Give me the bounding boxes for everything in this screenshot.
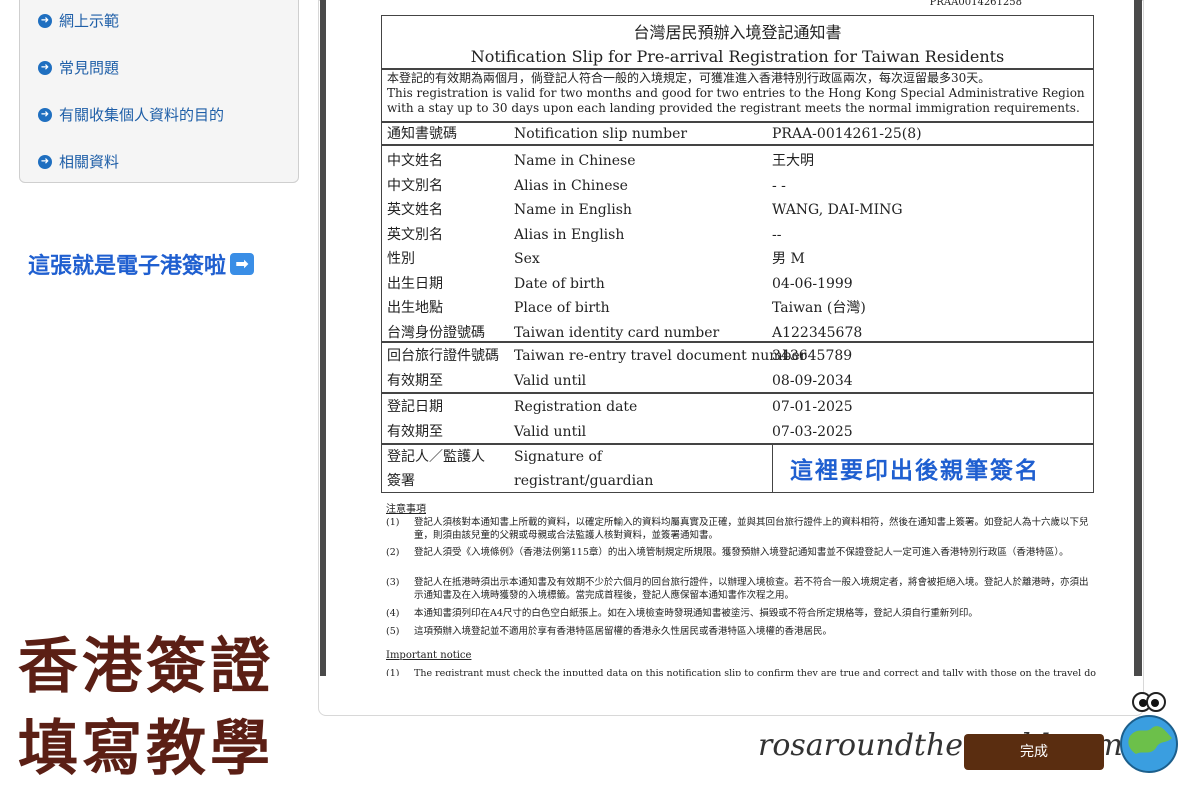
- sidebar-nav: ➜ 網上示範 ➜ 常見問題 ➜ 有關收集個人資料的目的 ➜ 相關資料: [19, 0, 299, 183]
- note-number: (1): [386, 668, 400, 676]
- note-item: (5) 這項預辦入境登記並不適用於享有香港特區居留權的香港永久性居民或香港特區入境…: [386, 625, 1096, 638]
- arrow-right-icon: ➜: [38, 154, 52, 169]
- field-value: Taiwan (台灣): [772, 300, 866, 316]
- signature-divider: [772, 445, 773, 493]
- notes-title: 注意事項: [386, 504, 426, 515]
- note-number: (1): [386, 517, 400, 528]
- note-text: The registrant must check the inputted d…: [414, 668, 1096, 676]
- side-annotation: 這張就是電子港簽啦 ➡: [28, 248, 255, 280]
- field-label-zh: 登記日期: [387, 399, 443, 415]
- note-item: (3) 登記人在抵港時須出示本通知書及有效期不少於六個月的回台旅行證件，以辦理入境…: [386, 576, 1096, 602]
- overlay-title-line2: 填寫教學: [18, 714, 274, 784]
- important-notice-title: Important notice: [386, 650, 472, 661]
- note-number: (3): [386, 577, 400, 588]
- field-label-en: Valid until: [514, 373, 587, 389]
- field-label-zh: 有效期至: [387, 373, 443, 389]
- signature-label-en: registrant/guardian: [514, 473, 654, 489]
- field-label-zh: 中文別名: [387, 178, 443, 194]
- field-value: 王大明: [772, 153, 814, 169]
- note-text: 這項預辦入境登記並不適用於享有香港特區居留權的香港永久性居民或香港特區入境權的香…: [414, 626, 833, 637]
- signature-label-en: Signature of: [514, 449, 603, 465]
- field-label-zh: 有效期至: [387, 424, 443, 440]
- field-label-zh: 中文姓名: [387, 153, 443, 169]
- slip-header: 台灣居民預辦入境登記通知書 Notification Slip for Pre-…: [381, 15, 1094, 69]
- pdf-frame[interactable]: PRAA0014261258 台灣居民預辦入境登記通知書 Notificatio…: [320, 0, 1142, 676]
- field-label-en: Name in English: [514, 202, 632, 218]
- field-label-en: Sex: [514, 251, 540, 267]
- signature-label-zh: 登記人／監護人: [387, 449, 485, 465]
- field-label-en: Place of birth: [514, 300, 610, 316]
- field-label-en: Registration date: [514, 399, 638, 415]
- field-label-en: Notification slip number: [514, 126, 688, 142]
- note-text: 登記人在抵港時須出示本通知書及有效期不少於六個月的回台旅行證件，以辦理入境檢查。…: [414, 577, 1089, 601]
- arrow-right-icon: ➜: [38, 13, 52, 28]
- field-value: - -: [772, 178, 786, 194]
- field-label-zh: 英文別名: [387, 227, 443, 243]
- sidebar-item-label: 網上示範: [59, 12, 120, 30]
- personal-section: 中文姓名 Name in Chinese 王大明 中文別名 Alias in Chin…: [381, 145, 1094, 342]
- field-label-en: Alias in Chinese: [514, 178, 628, 194]
- field-label-zh: 出生地點: [387, 300, 443, 316]
- sidebar-item-label: 常見問題: [59, 59, 120, 77]
- arrow-right-icon: ➜: [38, 107, 52, 122]
- field-value: 男 M: [772, 251, 805, 267]
- field-label-zh: 出生日期: [387, 276, 443, 292]
- arrow-right-icon: ➜: [38, 60, 52, 75]
- field-label-en: Valid until: [514, 424, 587, 440]
- slip-number-section: 通知書號碼 Notification slip number PRAA-0014…: [381, 122, 1094, 145]
- sidebar-item-privacy[interactable]: ➜ 有關收集個人資料的目的: [38, 104, 224, 125]
- done-button[interactable]: 完成: [964, 734, 1104, 770]
- signature-section: 登記人／監護人 Signature of 簽署 registrant/guardia…: [381, 444, 1094, 493]
- field-label-zh: 回台旅行證件號碼: [387, 348, 499, 364]
- note-text: 本通知書須列印在A4尺寸的白色空白紙張上。如在入境檢查時發現通知書被塗污、損毀或…: [414, 608, 978, 619]
- field-label-en: Name in Chinese: [514, 153, 636, 169]
- field-value: 04-06-1999: [772, 276, 853, 292]
- notification-slip: PRAA0014261258 台灣居民預辦入境登記通知書 Notificatio…: [326, 0, 1134, 676]
- validity-en: This registration is valid for two month…: [387, 86, 1085, 115]
- note-number: (4): [386, 608, 400, 619]
- registration-section: 登記日期 Registration date 07-01-2025 有效期至 Vali…: [381, 393, 1094, 444]
- field-label-zh: 性別: [387, 251, 415, 267]
- field-label-en: Alias in English: [514, 227, 625, 243]
- field-label-zh: 通知書號碼: [387, 126, 457, 142]
- side-annotation-text: 這張就是電子港簽啦: [28, 254, 227, 279]
- field-value: 08-09-2034: [772, 373, 853, 389]
- note-item: (1) The registrant must check the inputte…: [386, 667, 1096, 676]
- note-item: (2) 登記人須受《入境條例》（香港法例第115章）的出入境管制規定所規限。獲發預…: [386, 546, 1096, 559]
- sidebar-item-related[interactable]: ➜ 相關資料: [38, 151, 119, 172]
- note-text: 登記人須受《入境條例》（香港法例第115章）的出入境管制規定所規限。獲發預辦入境…: [414, 547, 1069, 558]
- sidebar-item-label: 相關資料: [59, 153, 120, 171]
- slip-title-en: Notification Slip for Pre-arrival Regist…: [470, 47, 1005, 66]
- note-number: (5): [386, 626, 400, 637]
- field-value: 07-01-2025: [772, 399, 853, 415]
- sidebar-item-faq[interactable]: ➜ 常見問題: [38, 57, 119, 78]
- validity-zh: 本登記的有效期為兩個月，倘登記人符合一般的入境規定，可獲准進入香港特別行政區兩次…: [387, 71, 991, 85]
- field-value: --: [772, 227, 782, 243]
- note-item: (4) 本通知書須列印在A4尺寸的白色空白紙張上。如在入境檢查時發現通知書被塗污、…: [386, 607, 1096, 620]
- slip-title-zh: 台灣居民預辦入境登記通知書: [633, 23, 842, 42]
- field-value: 343645789: [772, 348, 853, 364]
- travel-document-section: 回台旅行證件號碼 Taiwan re-entry travel document …: [381, 342, 1094, 393]
- sidebar-item-label: 有關收集個人資料的目的: [59, 106, 225, 124]
- field-value: WANG, DAI-MING: [772, 202, 903, 218]
- validity-statement: 本登記的有效期為兩個月，倘登記人符合一般的入境規定，可獲准進入香港特別行政區兩次…: [381, 69, 1094, 122]
- field-label-en: Taiwan re-entry travel document number: [514, 348, 807, 364]
- globe-mascot-icon: [1120, 692, 1178, 773]
- field-label-zh: 英文姓名: [387, 202, 443, 218]
- note-number: (2): [386, 547, 400, 558]
- note-text: 登記人須核對本通知書上所載的資料，以確定所輸入的資料均屬真實及正確，並與其回台旅…: [414, 517, 1089, 541]
- document-id: PRAA0014261258: [929, 0, 1022, 8]
- field-value: 07-03-2025: [772, 424, 853, 440]
- arrow-right-icon: ➡: [230, 253, 255, 275]
- sidebar-item-online-demo[interactable]: ➜ 網上示範: [38, 10, 119, 31]
- field-label-en: Date of birth: [514, 276, 605, 292]
- signature-label-zh: 簽署: [387, 473, 415, 489]
- signature-annotation: 這裡要印出後親筆簽名: [790, 458, 1040, 484]
- note-item: (1) 登記人須核對本通知書上所載的資料，以確定所輸入的資料均屬真實及正確，並與其…: [386, 516, 1096, 542]
- field-value: PRAA-0014261-25(8): [772, 126, 922, 142]
- overlay-title-line1: 香港簽證: [18, 632, 274, 702]
